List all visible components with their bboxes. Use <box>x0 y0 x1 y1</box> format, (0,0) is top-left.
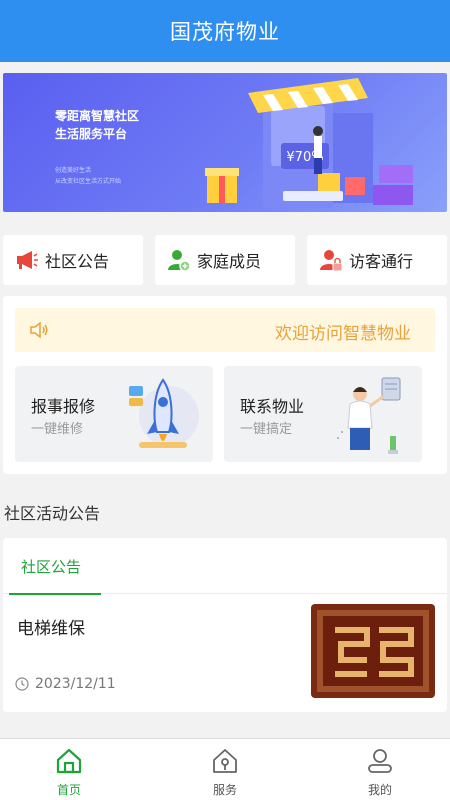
nav-label: 服务 <box>212 783 237 797</box>
banner-slogan-line2: 生活服务平台 <box>55 127 128 141</box>
banner-sub-line2: 从改变社区生活方式开始 <box>55 178 122 185</box>
service-title: 报事报修 <box>31 397 96 416</box>
quick-action-visitor-pass[interactable]: 访客通行 <box>307 235 447 285</box>
quick-action-label: 社区公告 <box>45 252 110 271</box>
user-icon <box>368 749 392 773</box>
announcement-thumbnail <box>311 604 435 698</box>
contact-property-tile[interactable]: 联系物业 一键搞定 <box>224 366 422 462</box>
service-title: 联系物业 <box>240 397 305 416</box>
visitor-pass-icon <box>320 250 343 272</box>
banner-slogan-line1: 零距离智慧社区 <box>55 109 140 123</box>
quick-action-community-notice[interactable]: 社区公告 <box>3 235 143 285</box>
quick-action-label: 访客通行 <box>349 252 414 271</box>
bottom-nav: 首页 服务 我的 <box>0 738 450 800</box>
repair-report-tile[interactable]: 报事报修 一键维修 <box>15 366 213 462</box>
tab-community-notice[interactable]: 社区公告 <box>9 538 101 595</box>
service-subtitle: 一键维修 <box>31 422 84 437</box>
nav-label: 首页 <box>56 783 81 797</box>
announcement-title: 电梯维保 <box>17 619 85 639</box>
person-illustration <box>337 377 401 454</box>
service-subtitle: 一键搞定 <box>240 422 293 437</box>
promo-banner[interactable]: 零距离智慧社区 生活服务平台 创造美好生活 从改变社区生活方式开始 ¥70% <box>3 73 447 212</box>
quick-action-label: 家庭成员 <box>197 252 262 271</box>
nav-home[interactable]: 首页 <box>24 739 114 800</box>
nav-mine[interactable]: 我的 <box>335 739 425 800</box>
announcement-date: 2023/12/11 <box>15 676 116 692</box>
notice-bar[interactable]: 欢迎访问智慧物业 <box>15 308 435 352</box>
tab-label: 社区公告 <box>21 558 82 576</box>
quick-action-family-members[interactable]: 家庭成员 <box>155 235 295 285</box>
banner-sub-line1: 创造美好生活 <box>55 167 92 174</box>
tab-active-indicator <box>9 593 101 595</box>
service-icon <box>213 749 237 773</box>
app-header: 国茂府物业 <box>0 0 450 62</box>
announcement-list: 社区公告 电梯维保 2023/12/11 <box>3 538 447 712</box>
home-icon <box>56 748 82 774</box>
services-card: 欢迎访问智慧物业 报事报修 一键维修 联系物业 一键搞定 <box>3 296 447 474</box>
speaker-icon <box>30 321 48 339</box>
page-title: 国茂府物业 <box>170 20 280 44</box>
nav-service[interactable]: 服务 <box>180 739 270 800</box>
announcement-tabbar: 社区公告 <box>3 538 447 595</box>
banner-illustration: ¥70% <box>205 78 413 208</box>
notice-text: 欢迎访问智慧物业 <box>275 324 411 344</box>
announcement-date-text: 2023/12/11 <box>35 676 116 692</box>
rocket-illustration <box>129 378 199 448</box>
family-member-icon <box>168 250 191 272</box>
megaphone-icon <box>17 251 38 269</box>
section-title: 社区活动公告 <box>4 504 101 523</box>
clock-icon <box>15 677 29 691</box>
nav-label: 我的 <box>367 783 392 797</box>
